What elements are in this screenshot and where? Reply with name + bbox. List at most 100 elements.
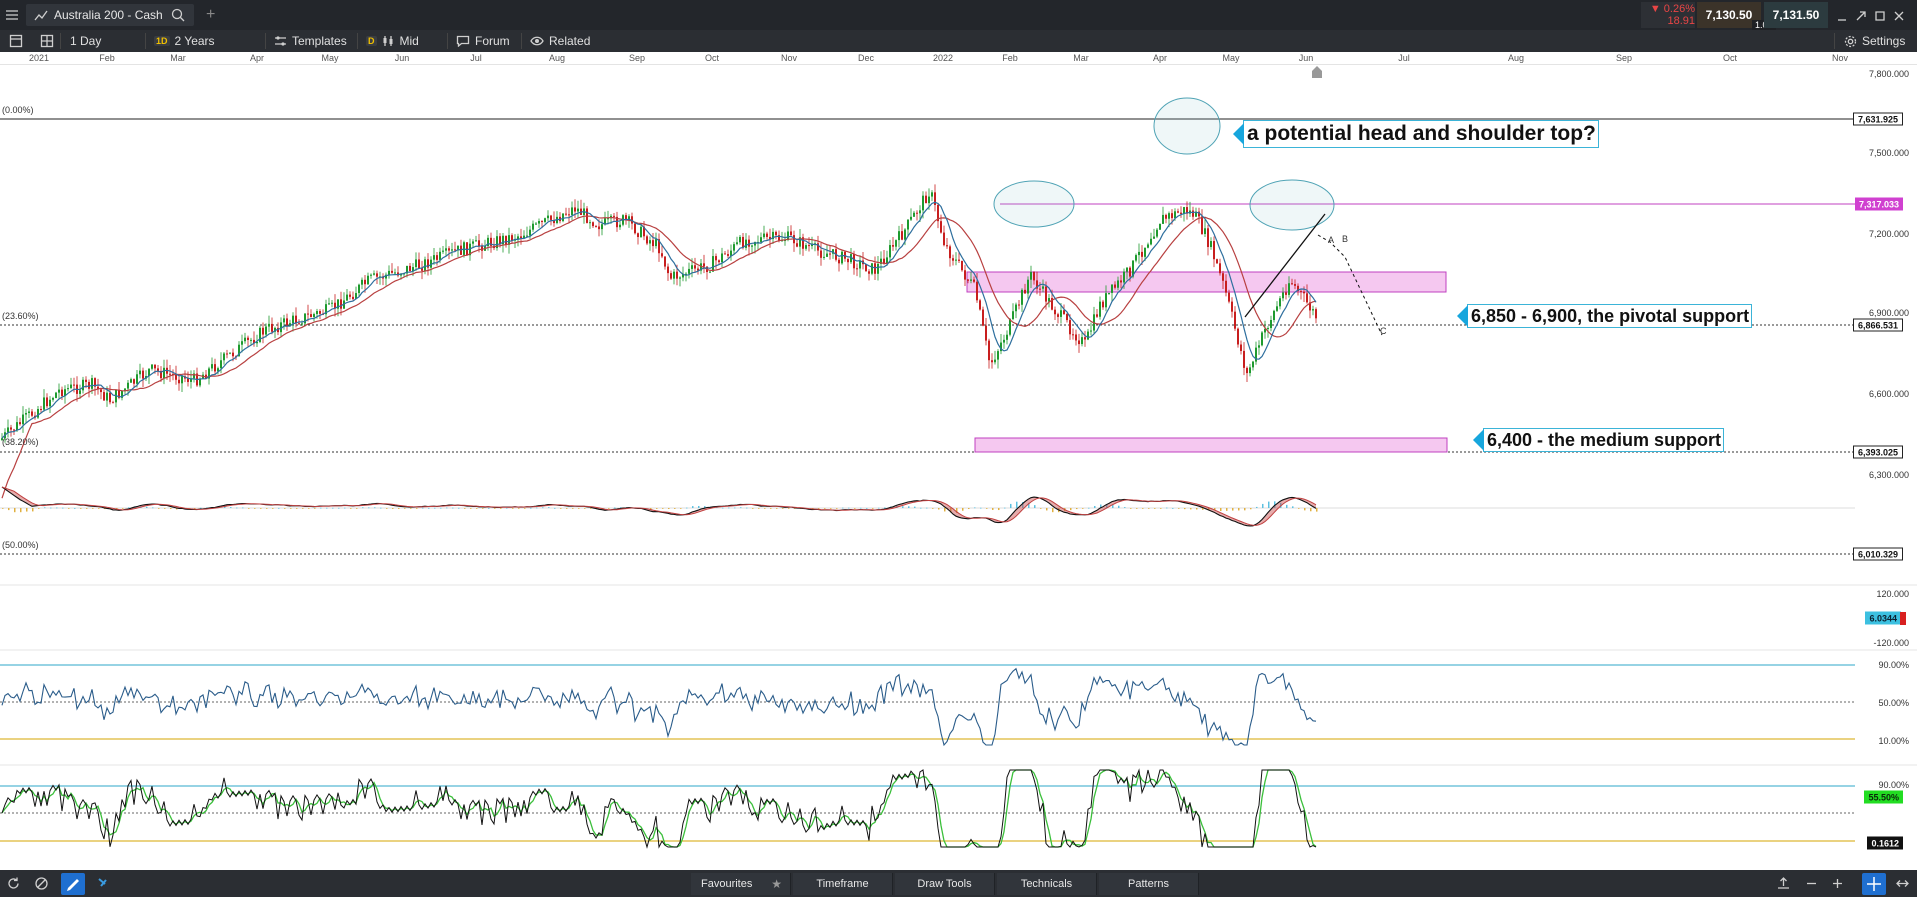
star-icon[interactable]: ★ <box>771 877 782 891</box>
candle-body <box>1120 280 1122 283</box>
candle-body <box>1192 210 1194 217</box>
macd-bar <box>734 507 736 509</box>
zoom-in-icon[interactable] <box>1830 876 1845 894</box>
current-price-marker-icon <box>1312 66 1322 78</box>
fit-icon[interactable] <box>1895 876 1910 894</box>
favourites-tab[interactable]: Favourites ★ <box>691 873 791 895</box>
macd-bar <box>686 507 688 509</box>
head-circle[interactable] <box>1153 97 1221 155</box>
macd-bar <box>476 508 478 509</box>
interval-select[interactable]: 1 Day <box>64 32 107 50</box>
layout-icon[interactable] <box>3 32 29 50</box>
candle-body <box>904 229 906 240</box>
candle-body <box>1150 238 1152 245</box>
candle-body <box>91 378 93 389</box>
time-tick: Feb <box>99 53 115 63</box>
candle-body <box>361 279 363 285</box>
macd-bar <box>884 507 886 509</box>
candle-body <box>307 313 309 315</box>
crosshair-icon[interactable] <box>1862 873 1886 895</box>
gear-icon <box>1844 35 1857 47</box>
macd-bar <box>494 508 496 509</box>
candle-body <box>946 245 948 247</box>
pivotal-support-annotation[interactable]: 6,850 - 6,900, the pivotal support <box>1467 304 1753 328</box>
candle-body <box>916 212 918 214</box>
candle-body <box>1270 320 1272 328</box>
share-icon[interactable] <box>1776 876 1791 894</box>
macd-bar <box>722 507 724 509</box>
magnet-icon[interactable] <box>95 876 110 894</box>
pivotal-support-zone[interactable] <box>966 271 1447 293</box>
wave-label-b: B <box>1342 234 1349 244</box>
candle-body <box>46 397 48 407</box>
close-icon[interactable] <box>1893 9 1905 21</box>
medium-support-annotation[interactable]: 6,400 - the medium support <box>1483 428 1725 452</box>
refresh-icon[interactable] <box>6 876 21 894</box>
macd-bar <box>158 508 160 509</box>
timeframe-tab[interactable]: Timeframe <box>793 873 893 895</box>
macd-bar <box>1136 508 1138 509</box>
pencil-icon[interactable] <box>61 873 85 895</box>
candle-body <box>673 271 675 279</box>
macd-bar <box>728 507 730 509</box>
price-tick: 6,300.000 <box>1868 470 1909 480</box>
range-select[interactable]: 1D 2 Years <box>148 32 221 50</box>
grid-icon[interactable] <box>34 32 60 50</box>
candle-body <box>820 250 822 258</box>
menu-icon[interactable] <box>5 8 19 22</box>
settings-button[interactable]: Settings <box>1838 32 1911 50</box>
toolbar-divider <box>1834 33 1835 49</box>
related-button[interactable]: Related <box>524 32 596 50</box>
candle-body <box>1177 211 1179 213</box>
patterns-tab[interactable]: Patterns <box>1099 873 1199 895</box>
forum-button[interactable]: Forum <box>450 32 516 50</box>
minimize-icon[interactable] <box>1836 9 1848 21</box>
macd-bar <box>200 507 202 509</box>
candle-body <box>1081 337 1083 345</box>
zoom-out-icon[interactable] <box>1804 876 1819 894</box>
head-shoulders-annotation[interactable]: a potential head and shoulder top? <box>1243 120 1599 148</box>
medium-support-zone[interactable] <box>974 437 1448 453</box>
buy-price[interactable]: 7,131.50 <box>1764 2 1828 28</box>
add-tab-icon[interactable]: + <box>206 7 215 23</box>
wave-label-c: C <box>1380 326 1387 336</box>
left-shoulder-circle[interactable] <box>993 180 1075 228</box>
macd-bar <box>1046 508 1048 511</box>
candle-body <box>535 223 537 225</box>
technicals-tab[interactable]: Technicals <box>997 873 1097 895</box>
macd-bar <box>26 508 28 512</box>
candle-body <box>874 263 876 274</box>
macd-bar <box>230 507 232 508</box>
candle-body <box>1063 310 1065 315</box>
macd-bar <box>902 506 904 508</box>
instrument-tab[interactable]: Australia 200 - Cash <box>26 4 194 26</box>
candle-body <box>1306 293 1308 303</box>
macd-bar <box>422 507 424 509</box>
candle-body <box>376 273 378 277</box>
detach-icon[interactable] <box>1855 9 1867 21</box>
candle-body <box>67 388 69 390</box>
hide-drawings-icon[interactable] <box>34 876 49 894</box>
candle-body <box>823 256 825 258</box>
macd-bar <box>506 507 508 509</box>
time-tick: Nov <box>1831 53 1849 63</box>
templates-button[interactable]: Templates <box>268 32 353 50</box>
price-chart[interactable] <box>0 65 1917 870</box>
macd-bar <box>128 507 130 509</box>
draw-tools-tab[interactable]: Draw Tools <box>895 873 995 895</box>
candle-body <box>1144 247 1146 257</box>
neckline-price-tag: 7,317.033 <box>1854 197 1903 211</box>
price-type-select[interactable]: D Mid <box>360 32 425 50</box>
candle-body <box>1147 244 1149 248</box>
candle-body <box>1039 288 1041 290</box>
search-icon[interactable] <box>171 8 185 22</box>
right-shoulder-circle[interactable] <box>1249 179 1335 231</box>
macd-bar <box>776 508 778 509</box>
candle-body <box>691 265 693 269</box>
candle-body <box>910 216 912 220</box>
candle-body <box>1237 328 1239 345</box>
candle-body <box>472 241 474 244</box>
macd-bar <box>308 508 310 509</box>
macd-bar <box>548 507 550 508</box>
maximize-icon[interactable] <box>1874 9 1886 21</box>
